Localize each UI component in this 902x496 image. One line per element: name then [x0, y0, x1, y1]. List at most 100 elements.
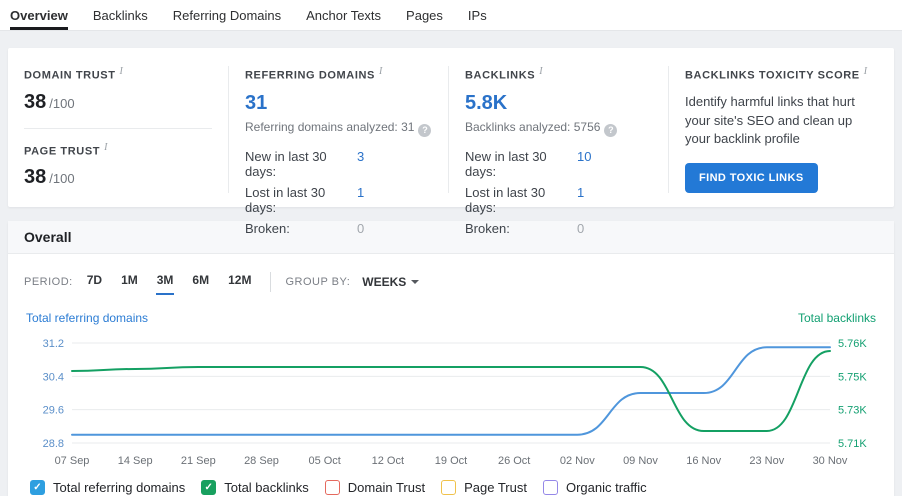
checkbox-unchecked-icon	[441, 480, 457, 495]
tab-ips[interactable]: IPs	[468, 0, 487, 30]
page-trust-block: PAGE TRUST i 38/100	[24, 142, 212, 190]
legend-total-backlinks[interactable]: ✓ Total backlinks	[201, 480, 309, 495]
svg-text:5.75K: 5.75K	[838, 371, 867, 383]
page-trust-label: PAGE TRUST i	[24, 141, 109, 158]
legend-total-referring-domains[interactable]: ✓ Total referring domains	[30, 480, 185, 495]
find-toxic-links-button[interactable]: FIND TOXIC LINKS	[685, 163, 818, 194]
svg-text:28 Sep: 28 Sep	[244, 455, 279, 467]
legend-page-trust[interactable]: Page Trust	[441, 480, 527, 495]
tab-referring-domains[interactable]: Referring Domains	[173, 0, 281, 30]
period-6m[interactable]: 6M	[190, 271, 211, 293]
tab-backlinks[interactable]: Backlinks	[93, 0, 148, 30]
stat-row-lost: Lost in last 30 days: 1	[245, 184, 365, 215]
period-label: PERIOD:	[24, 276, 73, 288]
left-axis-title: Total referring domains	[26, 311, 149, 325]
period-1m[interactable]: 1M	[119, 271, 140, 293]
domain-trust-value: 38/100	[24, 91, 212, 114]
line-chart-canvas[interactable]: 31.2 5.76K 30.4 5.75K 29.6 5.73K 28.8 5.71K 07 S…	[24, 331, 894, 473]
svg-text:5.71K: 5.71K	[838, 438, 867, 450]
info-icon[interactable]: i	[539, 66, 543, 77]
period-12m[interactable]: 12M	[226, 271, 253, 293]
svg-text:02 Nov: 02 Nov	[560, 455, 595, 467]
page-trust-denominator: /100	[49, 171, 75, 187]
broken-referring-domains-value: 0	[357, 220, 365, 236]
svg-text:23 Nov: 23 Nov	[749, 455, 784, 467]
tab-bar: Overview Backlinks Referring Domains Anc…	[0, 0, 902, 31]
svg-text:26 Oct: 26 Oct	[498, 455, 530, 467]
legend-domain-trust[interactable]: Domain Trust	[324, 480, 425, 495]
chart-legend: ✓ Total referring domains ✓ Total backlink…	[8, 476, 894, 496]
info-icon[interactable]: i	[379, 66, 383, 77]
tab-overview[interactable]: Overview	[10, 0, 68, 30]
checkbox-unchecked-icon	[324, 480, 340, 495]
svg-text:30.4: 30.4	[43, 371, 64, 383]
divider	[24, 127, 212, 129]
tab-overview-label: Overview	[10, 7, 68, 23]
tab-pages-label: Pages	[406, 7, 443, 23]
svg-text:5.73K: 5.73K	[838, 405, 867, 417]
stat-row-lost: Lost in last 30 days: 1	[465, 184, 585, 215]
new-referring-domains-value[interactable]: 3	[357, 149, 364, 179]
svg-text:12 Oct: 12 Oct	[372, 455, 404, 467]
svg-text:05 Oct: 05 Oct	[308, 455, 340, 467]
checkbox-checked-icon: ✓	[201, 480, 217, 495]
page-trust-value: 38/100	[24, 166, 212, 189]
legend-organic-traffic[interactable]: Organic traffic	[542, 480, 647, 495]
lost-referring-domains-value[interactable]: 1	[357, 185, 364, 215]
tab-anchor-texts[interactable]: Anchor Texts	[306, 0, 381, 30]
referring-domains-analyzed: Referring domains analyzed: 31?	[245, 120, 432, 137]
svg-text:14 Sep: 14 Sep	[118, 455, 153, 467]
backlinks-stats: New in last 30 days: 10 Lost in last 30 d…	[465, 149, 652, 236]
svg-text:28.8: 28.8	[43, 438, 64, 450]
broken-backlinks-value: 0	[577, 220, 585, 236]
referring-domains-count[interactable]: 31	[245, 92, 432, 115]
new-backlinks-value[interactable]: 10	[577, 149, 591, 179]
svg-text:5.76K: 5.76K	[838, 338, 867, 350]
chevron-down-icon	[411, 280, 420, 284]
backlinks-count[interactable]: 5.8K	[465, 92, 652, 115]
overall-section-title: Overall	[8, 221, 894, 254]
stat-row-broken: Broken: 0	[465, 220, 585, 236]
help-icon[interactable]: ?	[418, 123, 432, 137]
group-by-label: GROUP BY:	[285, 276, 351, 288]
toxicity-column: BACKLINKS TOXICITY SCORE i Identify harmf…	[668, 66, 894, 194]
svg-text:29.6: 29.6	[43, 405, 64, 417]
checkbox-unchecked-icon	[542, 480, 558, 495]
period-3m[interactable]: 3M	[155, 271, 176, 295]
domain-trust-label: DOMAIN TRUST i	[24, 66, 124, 82]
backlinks-column: BACKLINKS i 5.8K Backlinks analyzed: 5756…	[448, 66, 668, 236]
group-by-select[interactable]: WEEKS	[362, 275, 420, 289]
info-icon[interactable]: i	[104, 142, 108, 153]
help-icon[interactable]: ?	[604, 123, 618, 137]
metrics-panel: DOMAIN TRUST i 38/100 PAGE TRUST i 38/100 …	[8, 48, 894, 236]
svg-text:30 Nov: 30 Nov	[813, 455, 848, 467]
domain-trust-score: 38	[24, 90, 47, 113]
referring-domains-label: REFERRING DOMAINS i	[245, 66, 383, 82]
checkbox-checked-icon: ✓	[30, 480, 45, 495]
svg-text:31.2: 31.2	[43, 338, 64, 350]
stat-row-new: New in last 30 days: 10	[465, 148, 592, 179]
info-icon[interactable]: i	[120, 66, 124, 77]
lost-backlinks-value[interactable]: 1	[577, 185, 584, 215]
stat-row-broken: Broken: 0	[245, 220, 365, 236]
tab-pages[interactable]: Pages	[406, 0, 443, 30]
overall-panel: Overall PERIOD: 7D 1M 3M 6M 12M GROUP BY…	[8, 221, 894, 496]
domain-trust-block: DOMAIN TRUST i 38/100	[24, 66, 212, 114]
group-by-value: WEEKS	[362, 275, 407, 289]
domain-trust-denominator: /100	[49, 95, 75, 111]
svg-text:07 Sep: 07 Sep	[55, 455, 90, 467]
tab-anchor-texts-label: Anchor Texts	[306, 7, 382, 23]
svg-text:19 Oct: 19 Oct	[435, 455, 467, 467]
svg-text:09 Nov: 09 Nov	[623, 455, 658, 467]
info-icon[interactable]: i	[864, 66, 868, 77]
toxicity-label: BACKLINKS TOXICITY SCORE i	[685, 66, 868, 82]
stat-row-new: New in last 30 days: 3	[245, 148, 365, 179]
period-7d[interactable]: 7D	[85, 271, 104, 293]
right-axis-title: Total backlinks	[797, 311, 876, 325]
divider	[270, 272, 272, 292]
trust-column: DOMAIN TRUST i 38/100 PAGE TRUST i 38/100	[8, 66, 228, 193]
referring-domains-column: REFERRING DOMAINS i 31 Referring domains …	[228, 66, 448, 236]
backlinks-analyzed: Backlinks analyzed: 5756?	[465, 120, 652, 137]
overall-chart: Total referring domains Total backlinks …	[8, 305, 894, 476]
tab-backlinks-label: Backlinks	[92, 7, 148, 23]
